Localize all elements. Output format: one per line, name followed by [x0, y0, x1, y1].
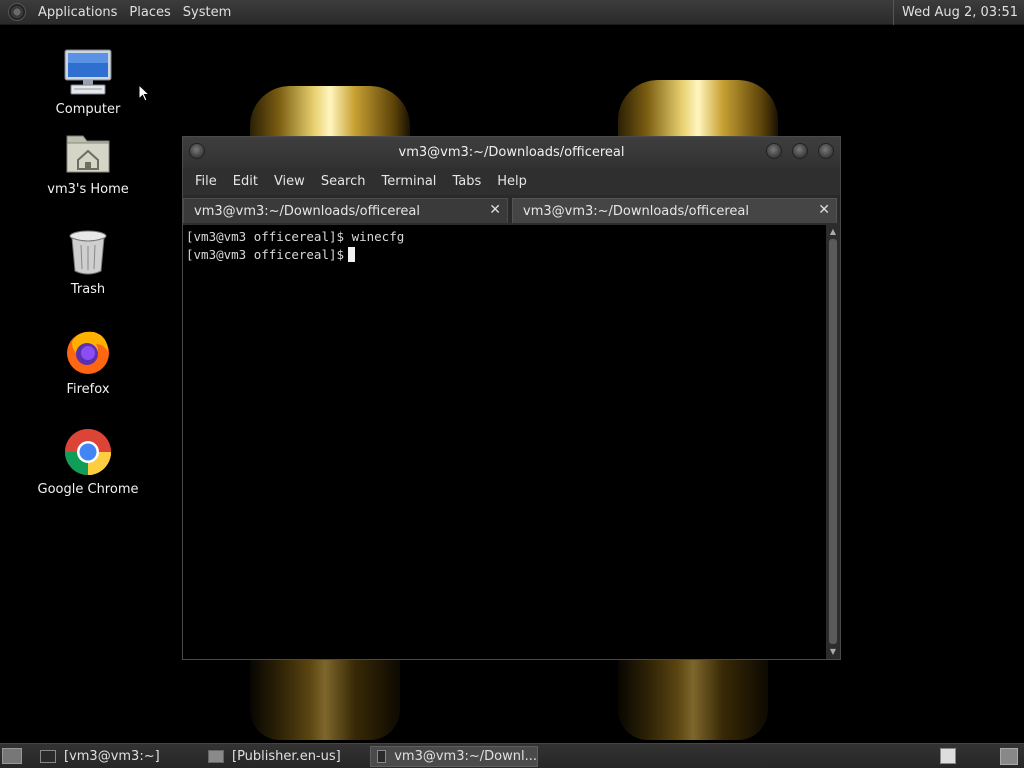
close-tab-icon[interactable]: ✕: [818, 202, 830, 218]
menu-view[interactable]: View: [266, 174, 313, 189]
desktop-icon-home[interactable]: vm3's Home: [28, 126, 148, 197]
close-tab-icon[interactable]: ✕: [489, 202, 501, 218]
terminal-tab-2[interactable]: vm3@vm3:~/Downloads/officereal ✕: [512, 198, 837, 223]
taskbar-item-publisher-folder[interactable]: [Publisher.en-us]: [202, 746, 362, 767]
scrollbar-thumb[interactable]: [829, 239, 837, 644]
taskbar-item-terminal-officereal[interactable]: vm3@vm3:~/Downl...: [370, 746, 538, 767]
menu-terminal[interactable]: Terminal: [373, 174, 444, 189]
scroll-up-arrow-icon[interactable]: ▲: [828, 227, 838, 237]
desktop-icon-label: Computer: [55, 102, 121, 117]
terminal-tab-1[interactable]: vm3@vm3:~/Downloads/officereal ✕: [183, 198, 508, 223]
trash-icon: [62, 226, 114, 278]
menu-edit[interactable]: Edit: [225, 174, 266, 189]
maximize-button[interactable]: [792, 143, 808, 159]
desktop-icon-label: Trash: [70, 282, 106, 297]
text-cursor: [348, 247, 356, 262]
places-menu[interactable]: Places: [123, 0, 176, 25]
terminal-line: [vm3@vm3 officereal]$ winecfg: [186, 229, 405, 244]
desktop-icon-label: Google Chrome: [37, 482, 139, 497]
desktop-icon-chrome[interactable]: Google Chrome: [28, 426, 148, 497]
taskbar-item-terminal-home[interactable]: [vm3@vm3:~]: [34, 746, 194, 767]
desktop-icon-firefox[interactable]: Firefox: [28, 326, 148, 397]
system-menu[interactable]: System: [177, 0, 237, 25]
terminal-icon: [377, 750, 387, 763]
terminal-window[interactable]: vm3@vm3:~/Downloads/officereal File Edit…: [182, 136, 841, 660]
tab-label: vm3@vm3:~/Downloads/officereal: [194, 203, 420, 219]
desktop-icon-label: Firefox: [66, 382, 110, 397]
menu-search[interactable]: Search: [313, 174, 374, 189]
terminal-scrollbar[interactable]: ▲ ▼: [826, 225, 840, 659]
window-title-bar[interactable]: vm3@vm3:~/Downloads/officereal: [183, 137, 840, 168]
terminal-icon: [40, 750, 56, 763]
firefox-icon: [62, 326, 114, 378]
close-window-button[interactable]: [818, 143, 834, 159]
window-menu-button[interactable]: [189, 143, 205, 159]
applications-menu[interactable]: Applications: [32, 0, 123, 25]
terminal-menu-bar: File Edit View Search Terminal Tabs Help: [183, 168, 840, 195]
terminal-tab-bar: vm3@vm3:~/Downloads/officereal ✕ vm3@vm3…: [183, 195, 840, 223]
terminal-line-prompt: [vm3@vm3 officereal]$: [186, 246, 826, 264]
tab-label: vm3@vm3:~/Downloads/officereal: [523, 203, 749, 219]
home-folder-icon: [62, 126, 114, 178]
bottom-panel: [vm3@vm3:~] [Publisher.en-us] vm3@vm3:~/…: [0, 743, 1024, 768]
taskbar-item-label: vm3@vm3:~/Downl...: [394, 749, 537, 764]
scroll-down-arrow-icon[interactable]: ▼: [828, 647, 838, 657]
show-desktop-icon[interactable]: [2, 748, 22, 764]
window-title: vm3@vm3:~/Downloads/officereal: [398, 145, 625, 160]
wallpaper-pillar-right-top: [618, 80, 778, 140]
workspace-switcher[interactable]: [940, 748, 956, 764]
wallpaper-pillar-left-reflection: [250, 660, 400, 740]
minimize-button[interactable]: [766, 143, 782, 159]
menu-file[interactable]: File: [187, 174, 225, 189]
desktop-icon-computer[interactable]: Computer: [28, 46, 148, 117]
desktop-icon-label: vm3's Home: [47, 182, 129, 197]
menu-help[interactable]: Help: [489, 174, 535, 189]
menu-tabs[interactable]: Tabs: [444, 174, 489, 189]
distro-logo-icon[interactable]: [8, 3, 26, 21]
folder-icon: [208, 750, 224, 763]
top-panel: Applications Places System Wed Aug 2, 03…: [0, 0, 1024, 25]
mouse-pointer-icon: [138, 84, 150, 102]
trash-applet-icon[interactable]: [1000, 748, 1018, 765]
taskbar-item-label: [Publisher.en-us]: [232, 749, 341, 764]
clock[interactable]: Wed Aug 2, 03:51: [893, 0, 1018, 25]
terminal-output[interactable]: [vm3@vm3 officereal]$ winecfg [vm3@vm3 o…: [183, 225, 826, 659]
terminal-prompt: [vm3@vm3 officereal]$: [186, 247, 345, 262]
wallpaper-pillar-right-reflection: [618, 660, 768, 740]
computer-icon: [62, 46, 114, 98]
desktop-icon-trash[interactable]: Trash: [28, 226, 148, 297]
chrome-icon: [62, 426, 114, 478]
taskbar-item-label: [vm3@vm3:~]: [64, 749, 160, 764]
